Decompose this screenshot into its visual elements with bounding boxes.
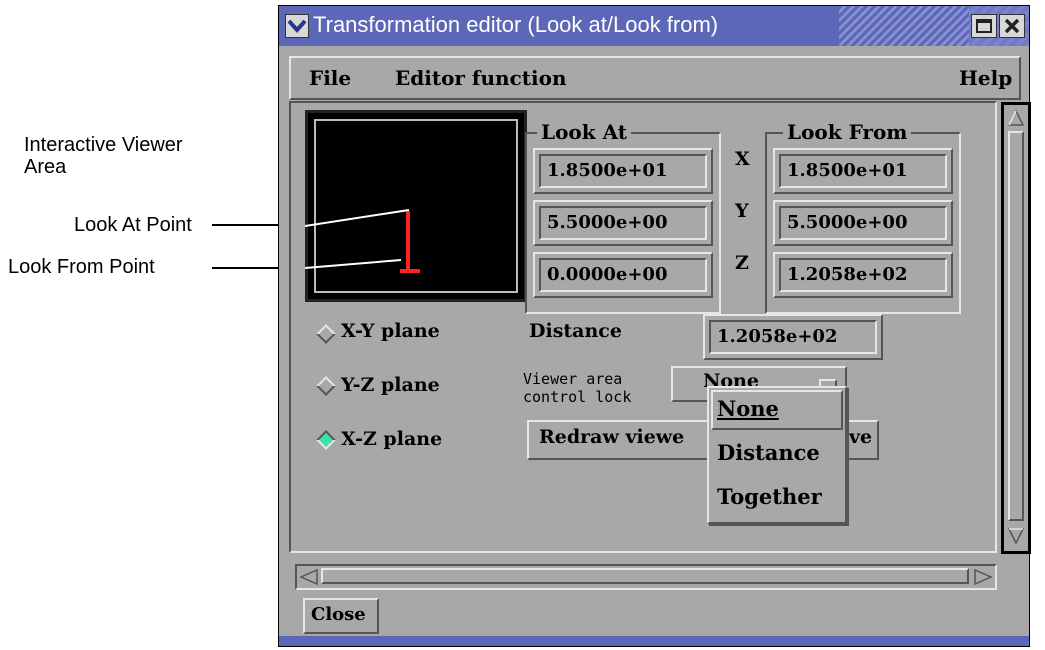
menu-bar: File Editor function Help <box>289 56 1021 100</box>
window-title: Transformation editor (Look at/Look from… <box>313 12 719 37</box>
horizontal-scroll-thumb[interactable] <box>321 568 969 584</box>
look-from-y-field[interactable]: 5.5000e+00 <box>773 200 953 246</box>
menu-help[interactable]: Help <box>959 66 1012 90</box>
title-bar-stripes <box>839 6 969 46</box>
lock-dropdown-menu: None Distance Together <box>707 386 847 524</box>
axis-y-label: Y <box>735 200 749 222</box>
transformation-editor-window: Transformation editor (Look at/Look from… <box>278 5 1031 647</box>
redraw-label-left: Redraw viewe <box>539 426 685 448</box>
look-at-y-field[interactable]: 5.5000e+00 <box>533 200 713 246</box>
look-from-x-field[interactable]: 1.8500e+01 <box>773 148 953 194</box>
lock-label-line1: Viewer area <box>523 370 623 388</box>
distance-label: Distance <box>529 320 622 342</box>
vertical-scrollbar[interactable] <box>1001 102 1031 554</box>
distance-value: 1.2058e+02 <box>709 320 877 354</box>
look-from-title: Look From <box>783 120 912 144</box>
scroll-down-icon[interactable] <box>1007 527 1025 545</box>
scroll-left-icon[interactable] <box>299 568 319 586</box>
horizontal-scrollbar[interactable] <box>295 564 997 590</box>
look-at-x-field[interactable]: 1.8500e+01 <box>533 148 713 194</box>
maximize-button[interactable] <box>971 14 997 38</box>
axis-x-label: X <box>735 148 750 170</box>
look-from-y-value: 5.5000e+00 <box>779 206 947 240</box>
window-bottom-border <box>279 636 1029 646</box>
annotation-look-at-point: Look At Point <box>74 214 192 236</box>
close-button[interactable]: Close <box>303 598 379 634</box>
close-icon <box>1004 18 1020 34</box>
look-from-z-field[interactable]: 1.2058e+02 <box>773 252 953 298</box>
annotation-look-from-point: Look From Point <box>8 256 155 278</box>
redraw-label-right: ve <box>849 426 873 448</box>
label-xz-plane[interactable]: X-Z plane <box>341 428 442 450</box>
menu-file[interactable]: File <box>309 66 351 90</box>
dropdown-option-none[interactable]: None <box>717 396 779 421</box>
lock-label-line2: control lock <box>523 388 632 406</box>
dropdown-option-together[interactable]: Together <box>717 484 822 509</box>
scroll-right-icon[interactable] <box>973 568 993 586</box>
distance-field[interactable]: 1.2058e+02 <box>703 314 883 360</box>
look-at-z-field[interactable]: 0.0000e+00 <box>533 252 713 298</box>
axis-z-label: Z <box>735 252 749 274</box>
look-at-title: Look At <box>537 120 631 144</box>
look-at-x-value: 1.8500e+01 <box>539 154 707 188</box>
label-xy-plane[interactable]: X-Y plane <box>341 320 440 342</box>
close-window-button[interactable] <box>999 14 1025 38</box>
look-at-y-value: 5.5000e+00 <box>539 206 707 240</box>
menu-editor-function[interactable]: Editor function <box>395 66 566 90</box>
look-at-z-value: 0.0000e+00 <box>539 258 707 292</box>
vertical-scroll-thumb[interactable] <box>1008 131 1024 521</box>
look-from-x-value: 1.8500e+01 <box>779 154 947 188</box>
annotation-viewer-area-text: Interactive Viewer Area <box>24 134 183 178</box>
annotation-viewer-area: Interactive Viewer Area <box>24 134 183 178</box>
maximize-icon <box>976 19 992 33</box>
title-bar[interactable]: Transformation editor (Look at/Look from… <box>279 6 1029 46</box>
annotation-pointer-lines <box>305 209 410 269</box>
chevron-down-icon <box>287 19 307 34</box>
label-yz-plane[interactable]: Y-Z plane <box>341 374 440 396</box>
window-menu-button[interactable] <box>285 14 309 38</box>
scroll-up-icon[interactable] <box>1007 109 1025 127</box>
look-from-z-value: 1.2058e+02 <box>779 258 947 292</box>
dropdown-option-distance[interactable]: Distance <box>717 440 820 465</box>
